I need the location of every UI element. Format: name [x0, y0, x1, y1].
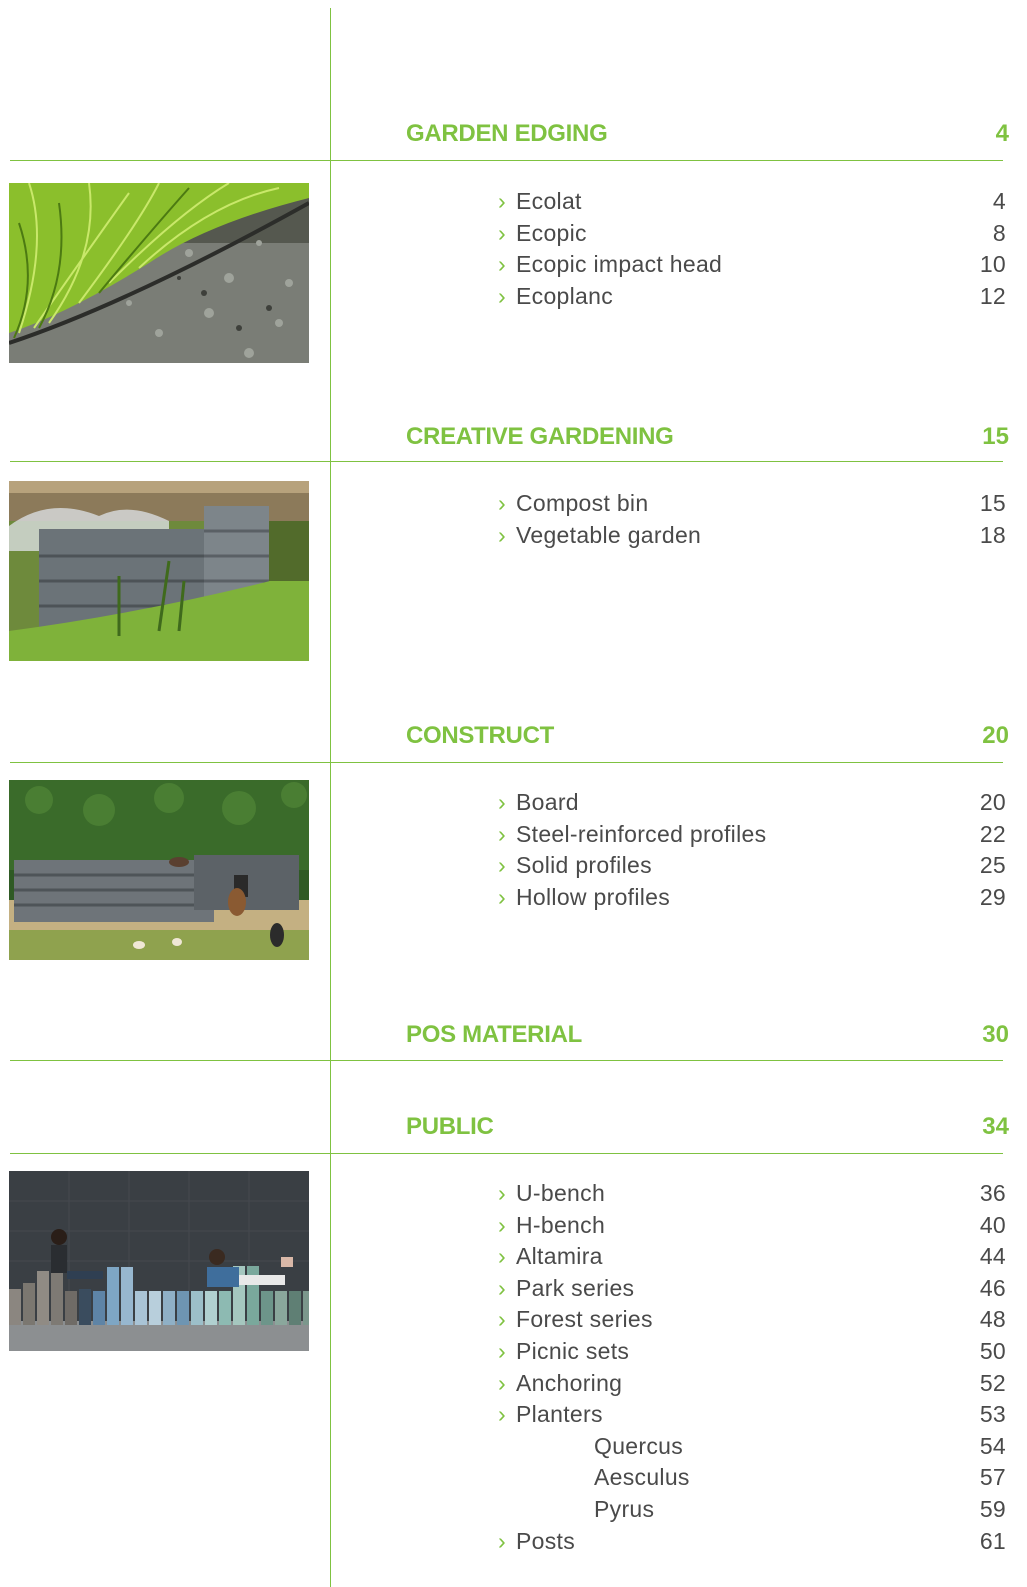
chevron-icon: ›: [498, 883, 506, 910]
toc-subitem[interactable]: Quercus 54: [498, 1431, 1008, 1463]
chevron-icon: ›: [498, 219, 506, 246]
section-title-public: PUBLIC: [406, 1113, 494, 1140]
toc-subitem[interactable]: Pyrus 59: [498, 1494, 1008, 1526]
toc-item[interactable]: › Picnic sets 50: [498, 1336, 1008, 1368]
toc-item[interactable]: › Ecopic impact head 10: [498, 249, 1008, 281]
toc-item[interactable]: › Vegetable garden 18: [498, 520, 1008, 552]
chevron-icon: ›: [498, 1401, 506, 1428]
toc-subitem[interactable]: Aesculus 57: [498, 1462, 1008, 1494]
section-page-pos-material: 30: [982, 1021, 1009, 1048]
section-title-pos-material: POS MATERIAL: [406, 1021, 582, 1048]
chevron-icon: ›: [498, 852, 506, 879]
section-items-creative-gardening: › Compost bin 15 › Vegetable garden 18: [498, 488, 1008, 551]
toc-item[interactable]: › U-bench 36: [498, 1178, 1008, 1210]
section-page-creative-gardening: 15: [982, 423, 1009, 450]
section-page-construct: 20: [982, 722, 1009, 749]
ornamental-grass-gravel-edging-photo: [9, 183, 309, 363]
section-items-garden-edging: › Ecolat 4 › Ecopic 8 › Ecopic impact head 10 …: [498, 186, 1008, 312]
section-items-public: › U-bench 36 › H-bench 40 › Altamira 44 › Park …: [498, 1178, 1008, 1557]
people-on-colored-bench-photo: [9, 1171, 309, 1351]
toc-item[interactable]: › Anchoring 52: [498, 1368, 1008, 1400]
section-items-construct: › Board 20 › Steel-reinforced profiles 22 › S…: [498, 787, 1008, 913]
section-rule: [10, 762, 1003, 763]
goat-enclosure-fence-photo: [9, 780, 309, 960]
toc-item[interactable]: › Solid profiles 25: [498, 850, 1008, 882]
chevron-icon: ›: [498, 251, 506, 278]
chevron-icon: ›: [498, 188, 506, 214]
chevron-icon: ›: [498, 1211, 506, 1238]
toc-item[interactable]: › Altamira 44: [498, 1241, 1008, 1273]
section-title-creative-gardening: CREATIVE GARDENING: [406, 423, 674, 450]
toc-item[interactable]: › Ecolat 4: [498, 186, 1008, 218]
chevron-icon: ›: [498, 521, 506, 548]
chevron-icon: ›: [498, 820, 506, 847]
section-rule: [10, 160, 1003, 161]
section-title-garden-edging: GARDEN EDGING: [406, 120, 608, 147]
toc-item[interactable]: › Ecopic 8: [498, 218, 1008, 250]
chevron-icon: ›: [498, 1180, 506, 1206]
compost-bins-garden-photo: [9, 481, 309, 661]
section-page-garden-edging: 4: [995, 120, 1009, 147]
toc-item[interactable]: › Posts 61: [498, 1526, 1008, 1558]
section-rule: [10, 1153, 1003, 1154]
chevron-icon: ›: [498, 789, 506, 815]
toc-item[interactable]: › Hollow profiles 29: [498, 882, 1008, 914]
chevron-icon: ›: [498, 1369, 506, 1396]
section-title-construct: CONSTRUCT: [406, 722, 554, 749]
chevron-icon: ›: [498, 1527, 506, 1554]
chevron-icon: ›: [498, 490, 506, 516]
chevron-icon: ›: [498, 1306, 506, 1333]
section-rule: [10, 461, 1003, 462]
toc-item[interactable]: › Ecoplanc 12: [498, 281, 1008, 313]
vertical-divider: [330, 8, 331, 1587]
chevron-icon: ›: [498, 282, 506, 309]
toc-item[interactable]: › Planters 53: [498, 1399, 1008, 1431]
section-page-public: 34: [982, 1113, 1009, 1140]
toc-item[interactable]: › Compost bin 15: [498, 488, 1008, 520]
chevron-icon: ›: [498, 1274, 506, 1301]
toc-item[interactable]: › Steel-reinforced profiles 22: [498, 819, 1008, 851]
toc-item[interactable]: › Forest series 48: [498, 1304, 1008, 1336]
chevron-icon: ›: [498, 1337, 506, 1364]
section-rule: [10, 1060, 1003, 1061]
toc-item[interactable]: › H-bench 40: [498, 1210, 1008, 1242]
toc-item[interactable]: › Park series 46: [498, 1273, 1008, 1305]
toc-item[interactable]: › Board 20: [498, 787, 1008, 819]
chevron-icon: ›: [498, 1243, 506, 1270]
